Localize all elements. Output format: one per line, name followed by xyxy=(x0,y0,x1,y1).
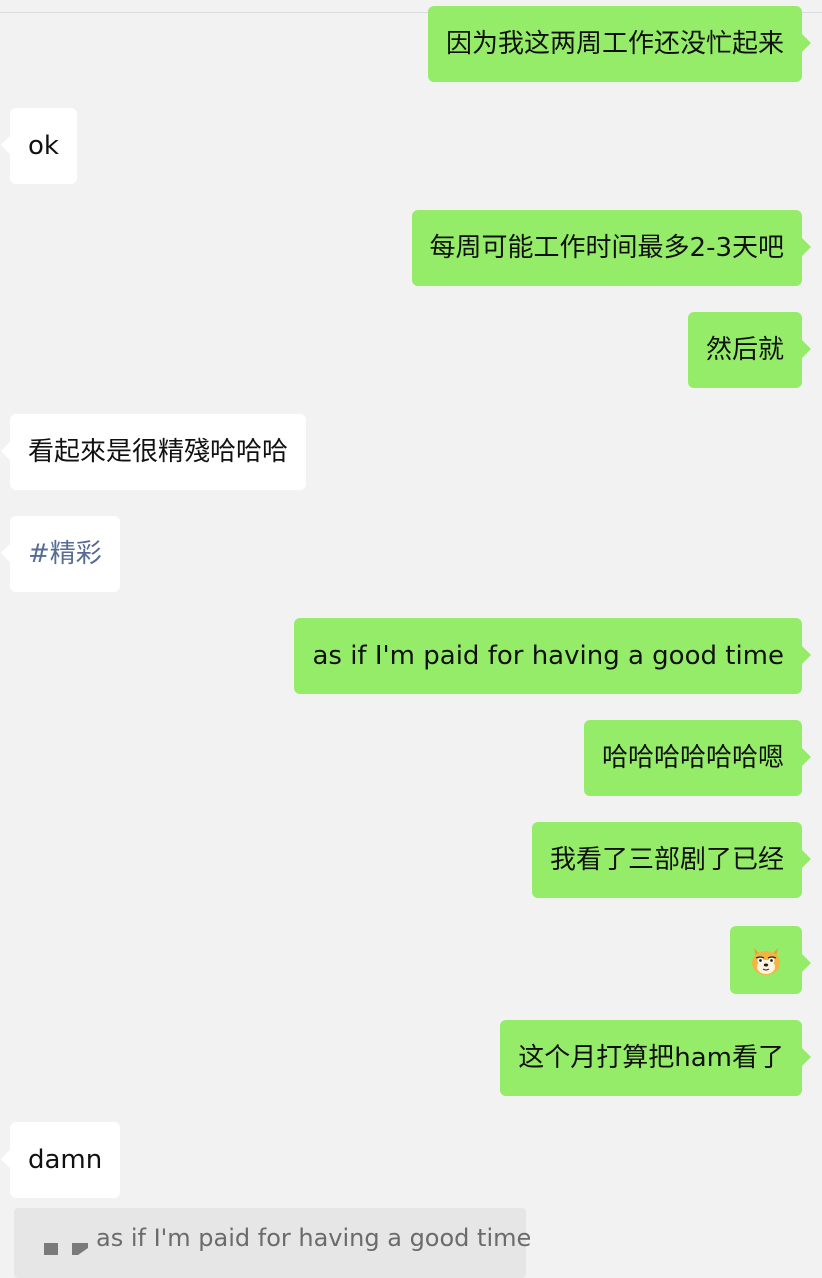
message-text: 每周可能工作时间最多2-3天吧 xyxy=(429,233,784,263)
message-bubble-outgoing[interactable]: 我看了三部剧了已经 xyxy=(531,822,812,898)
message-text: 因为我这两周工作还没忙起来 xyxy=(445,29,784,59)
message-bubble-outgoing[interactable]: 因为我这两周工作还没忙起来 xyxy=(427,6,812,82)
message-bubble-incoming[interactable]: #精彩 xyxy=(1,516,120,592)
message-text: 然后就 xyxy=(705,335,784,365)
quote-icon xyxy=(44,1243,88,1255)
message-bubble-incoming[interactable]: damn xyxy=(0,1122,121,1198)
message-bubble-outgoing[interactable]: 这个月打算把ham看了 xyxy=(500,1020,811,1096)
message-text: 看起來是很精殘哈哈哈 xyxy=(28,437,289,467)
message-bubble-sticker[interactable] xyxy=(730,926,811,994)
message-text: 我看了三部剧了已经 xyxy=(549,845,784,875)
message-text: damn xyxy=(28,1145,103,1175)
message-text: as if I'm paid for having a good time xyxy=(312,641,784,671)
message-bubble-outgoing[interactable]: 然后就 xyxy=(687,312,812,388)
message-bubble-outgoing[interactable]: 哈哈哈哈哈哈嗯 xyxy=(583,720,812,796)
message-text: 哈哈哈哈哈哈嗯 xyxy=(601,743,784,773)
hashtag-link[interactable]: #精彩 xyxy=(28,539,102,569)
message-bubble-outgoing[interactable]: 每周可能工作时间最多2-3天吧 xyxy=(411,210,812,286)
message-text: 这个月打算把ham看了 xyxy=(518,1043,784,1073)
message-bubble-incoming[interactable]: ok xyxy=(1,108,77,184)
message-bubble-outgoing[interactable]: as if I'm paid for having a good time xyxy=(294,618,811,694)
message-bubble-incoming[interactable]: 看起來是很精殘哈哈哈 xyxy=(0,414,307,490)
quoted-text: as if I'm paid for having a good time xyxy=(96,1224,532,1252)
doge-emoji-icon xyxy=(752,948,780,975)
message-text: ok xyxy=(28,131,59,161)
